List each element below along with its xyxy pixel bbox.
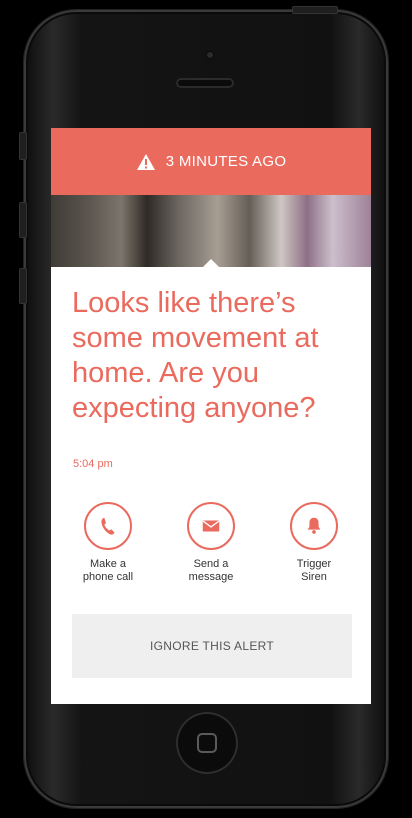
volume-up-button — [19, 202, 27, 238]
phone-call-label: Make a phone call — [82, 558, 134, 583]
alert-banner: 3 MINUTES AGO — [51, 128, 371, 195]
snapshot-pointer — [203, 259, 219, 267]
camera-snapshot[interactable] — [51, 195, 371, 267]
alert-message: Looks like there’s some movement at home… — [72, 287, 319, 424]
phone-call-button[interactable] — [84, 502, 132, 550]
earpiece-speaker — [176, 78, 234, 88]
send-message-label: Send a message — [188, 558, 234, 583]
envelope-icon — [202, 520, 220, 532]
front-camera — [205, 50, 215, 60]
action-row: Make a phone call Send a message Trigger… — [51, 502, 371, 592]
ignore-alert-button[interactable]: IGNORE THIS ALERT — [72, 614, 352, 678]
bell-icon — [307, 517, 321, 534]
trigger-siren-button[interactable] — [290, 502, 338, 550]
send-message-action[interactable]: Send a message — [166, 502, 256, 584]
mute-switch — [19, 132, 27, 160]
trigger-siren-label: Trigger Siren — [296, 558, 332, 583]
warning-triangle-icon — [136, 153, 155, 170]
home-square-icon — [197, 733, 217, 753]
alert-time-ago: 3 MINUTES AGO — [165, 153, 287, 170]
send-message-button[interactable] — [187, 502, 235, 550]
phone-icon — [101, 517, 115, 535]
volume-down-button — [19, 268, 27, 304]
phone-call-action[interactable]: Make a phone call — [63, 502, 153, 584]
power-button — [292, 6, 338, 14]
trigger-siren-action[interactable]: Trigger Siren — [269, 502, 359, 584]
home-button[interactable] — [176, 712, 238, 774]
alert-timestamp: 5:04 pm — [73, 458, 113, 470]
app-screen: 3 MINUTES AGO Looks like there’s some mo… — [51, 128, 371, 704]
